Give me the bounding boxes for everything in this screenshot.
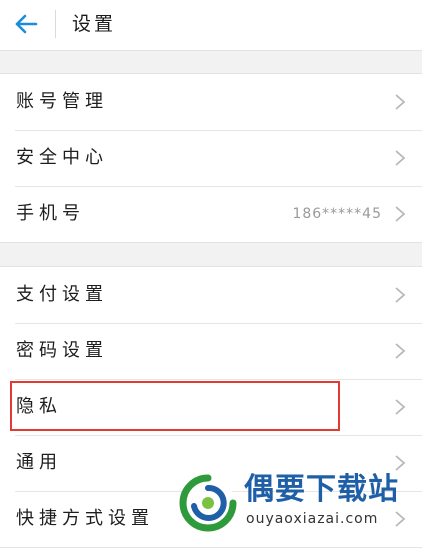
chevron-right-icon bbox=[395, 94, 406, 110]
settings-item-label: 账号管理 bbox=[16, 91, 108, 112]
settings-group-account: 账号管理 安全中心 手机号 186*****45 bbox=[0, 73, 422, 243]
chevron-right-icon bbox=[395, 399, 406, 415]
back-button[interactable] bbox=[12, 9, 42, 39]
settings-item-label: 隐私 bbox=[16, 396, 62, 417]
arrow-left-icon bbox=[15, 14, 38, 34]
header-bar: 设置 bbox=[0, 0, 422, 51]
settings-item-privacy[interactable]: 隐私 bbox=[0, 379, 422, 435]
settings-item-label: 支付设置 bbox=[16, 284, 108, 305]
settings-item-account[interactable]: 账号管理 bbox=[0, 74, 422, 130]
settings-item-label: 手机号 bbox=[16, 203, 85, 224]
phone-number-value: 186*****45 bbox=[292, 206, 382, 222]
settings-item-label: 通用 bbox=[16, 452, 62, 473]
chevron-right-icon bbox=[395, 343, 406, 359]
watermark-logo-icon bbox=[179, 474, 237, 532]
settings-item-payment[interactable]: 支付设置 bbox=[0, 267, 422, 323]
settings-item-label: 快捷方式设置 bbox=[16, 508, 154, 529]
watermark-url: ouyaoxiazai.com bbox=[246, 511, 379, 527]
settings-item-label: 密码设置 bbox=[16, 340, 108, 361]
settings-item-security[interactable]: 安全中心 bbox=[0, 130, 422, 186]
settings-item-phone[interactable]: 手机号 186*****45 bbox=[0, 186, 422, 242]
chevron-right-icon bbox=[395, 287, 406, 303]
settings-item-label: 安全中心 bbox=[16, 147, 108, 168]
page-title: 设置 bbox=[72, 13, 117, 35]
settings-item-password[interactable]: 密码设置 bbox=[0, 323, 422, 379]
chevron-right-icon bbox=[395, 206, 406, 222]
watermark-name: 偶要下载站 bbox=[244, 472, 399, 507]
chevron-right-icon bbox=[395, 150, 406, 166]
site-watermark: 偶要下载站 ouyaoxiazai.com bbox=[176, 470, 422, 535]
header-divider bbox=[55, 10, 56, 38]
